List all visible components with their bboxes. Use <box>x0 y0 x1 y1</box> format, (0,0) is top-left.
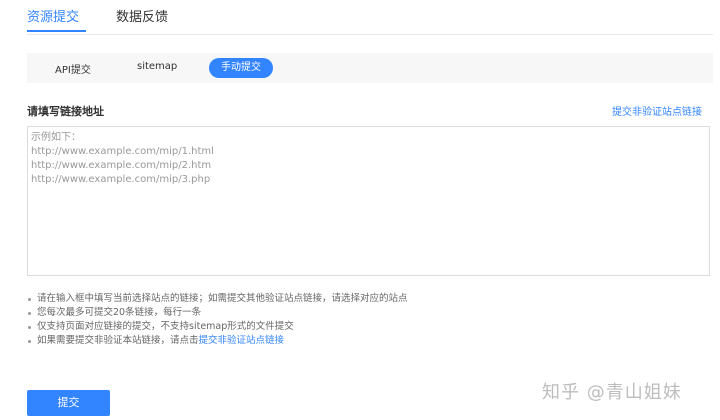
tip-text: 如果需要提交非验证本站链接，请点击 <box>37 335 199 346</box>
active-tab-underline <box>27 30 86 32</box>
tip-submit-non-verified-link[interactable]: 提交非验证站点链接 <box>199 335 285 346</box>
submit-non-verified-link[interactable]: 提交非验证站点链接 <box>612 103 702 118</box>
section-title: 请填写链接地址 <box>27 105 104 118</box>
placeholder-line: http://www.example.com/mip/2.htm <box>31 160 212 171</box>
tip-item: 请在输入框中填写当前选择站点的链接；如需提交其他验证站点链接，请选择对应的站点 <box>28 292 708 306</box>
tip-item: 如果需要提交非验证本站链接，请点击提交非验证站点链接 <box>28 334 708 348</box>
tips-list: 请在输入框中填写当前选择站点的链接；如需提交其他验证站点链接，请选择对应的站点 … <box>28 292 708 348</box>
placeholder-line: 示例如下： <box>31 132 81 143</box>
submit-method-bar: API提交 sitemap 手动提交 <box>27 53 713 83</box>
tip-item: 仅支持页面对应链接的提交，不支持sitemap形式的文件提交 <box>28 320 708 334</box>
tip-item: 您每次最多可提交20条链接，每行一条 <box>28 306 708 320</box>
tab-data-feedback[interactable]: 数据反馈 <box>116 6 168 25</box>
tab-resource-submit[interactable]: 资源提交 <box>27 6 79 25</box>
watermark: 知乎 @青山姐妹 <box>542 382 682 403</box>
placeholder-line: http://www.example.com/mip/1.html <box>31 146 214 157</box>
tip-text: 仅支持页面对应链接的提交，不支持sitemap形式的文件提交 <box>37 321 294 332</box>
subtab-manual-submit[interactable]: 手动提交 <box>209 58 273 78</box>
subtab-api-submit[interactable]: API提交 <box>55 61 91 76</box>
placeholder-line: http://www.example.com/mip/3.php <box>31 174 211 185</box>
subtab-sitemap[interactable]: sitemap <box>137 61 177 72</box>
submit-button[interactable]: 提交 <box>27 390 110 416</box>
tip-text: 请在输入框中填写当前选择站点的链接；如需提交其他验证站点链接，请选择对应的站点 <box>37 293 408 304</box>
top-tabs: 资源提交 数据反馈 <box>27 0 713 35</box>
tip-text: 您每次最多可提交20条链接，每行一条 <box>37 307 202 318</box>
url-input[interactable]: 示例如下： http://www.example.com/mip/1.html … <box>27 126 710 276</box>
